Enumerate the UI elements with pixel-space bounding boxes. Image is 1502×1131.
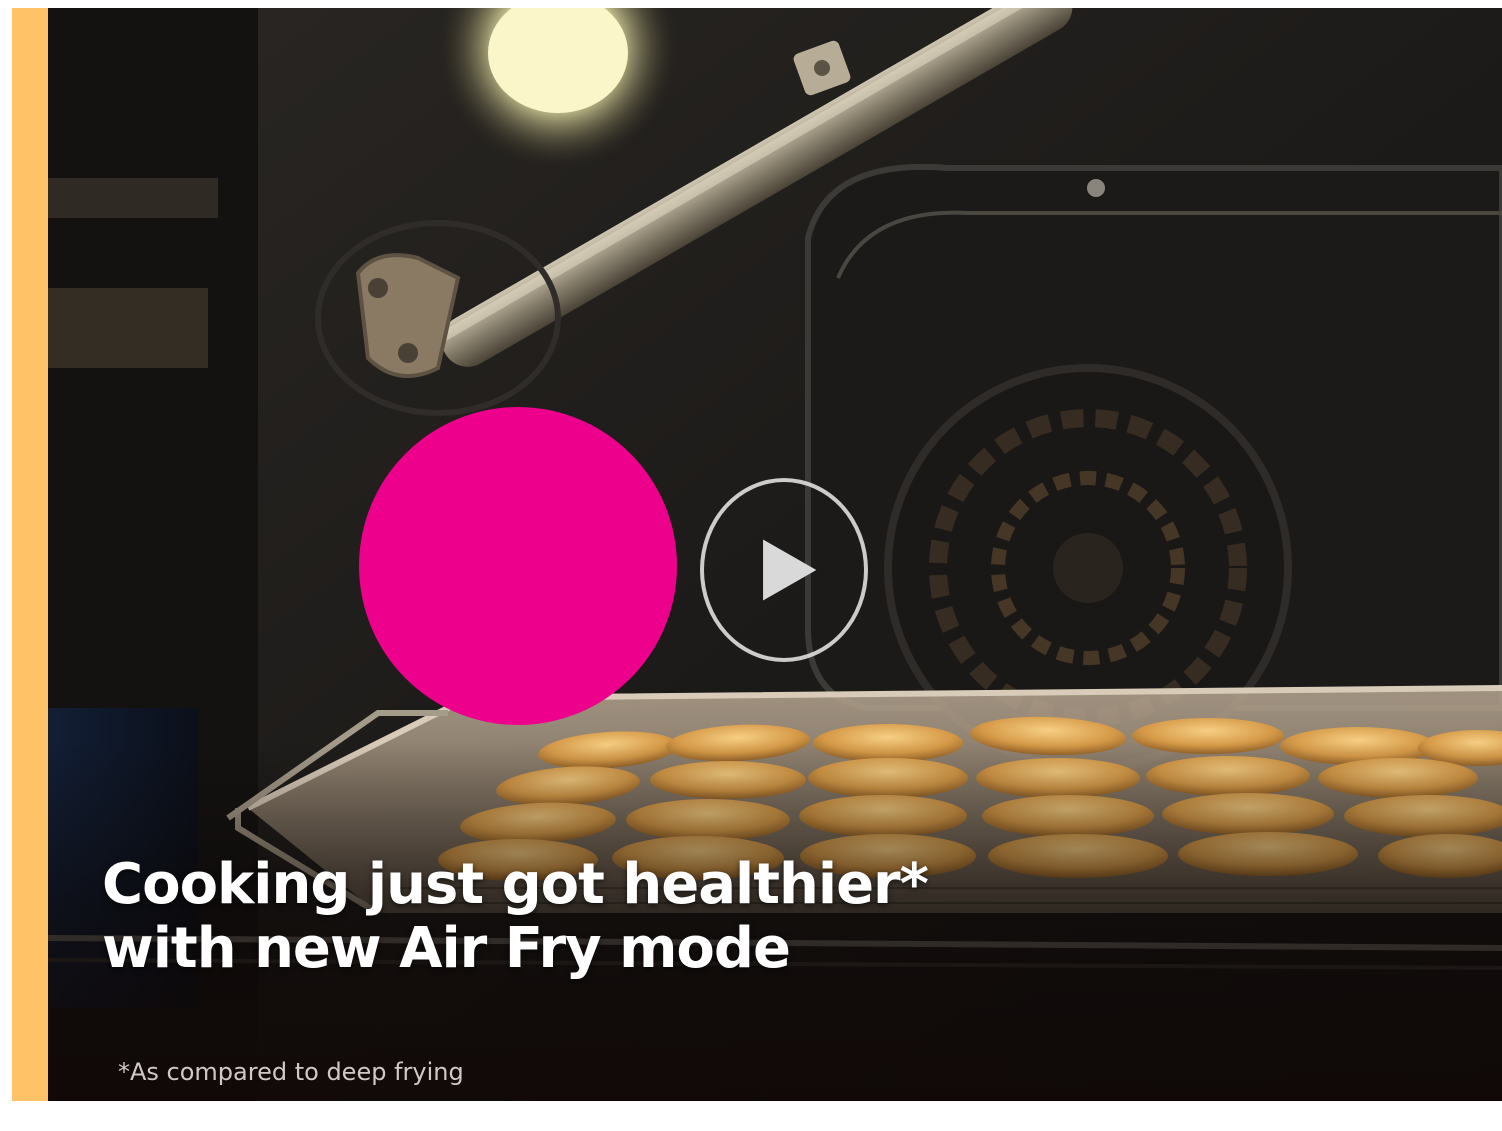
video-headline: Cooking just got healthier* with new Air… [102, 853, 1202, 981]
left-accent-bar [12, 8, 48, 1101]
headline-line-1: Cooking just got healthier* [102, 852, 929, 917]
play-button[interactable] [700, 478, 868, 662]
headline-line-2: with new Air Fry mode [102, 916, 791, 981]
page: Cooking just got healthier* with new Air… [0, 0, 1502, 1131]
pink-circle-marker [359, 407, 677, 725]
disclaimer-text: *As compared to deep frying [118, 1058, 464, 1086]
play-icon [763, 539, 817, 601]
video-player[interactable]: Cooking just got healthier* with new Air… [48, 8, 1502, 1101]
